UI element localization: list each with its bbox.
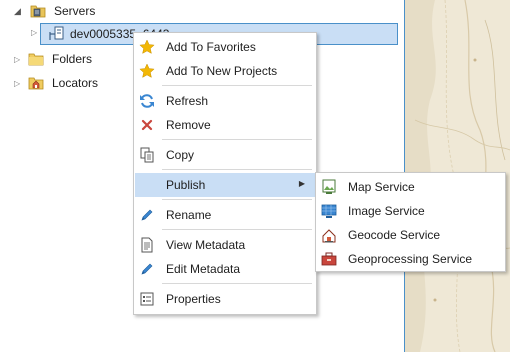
publish-submenu: Map Service Image Service Geocode Servic… — [315, 172, 506, 272]
menu-separator — [162, 139, 312, 140]
expand-chevron-icon[interactable]: ◢ — [14, 6, 24, 16]
tree-item-servers[interactable]: ◢ Servers — [14, 0, 95, 22]
star-icon — [139, 63, 155, 79]
remove-x-icon — [139, 117, 155, 133]
menu-label: Publish — [166, 178, 206, 192]
tree-item-locators[interactable]: ▷ Locators — [14, 72, 98, 94]
geocode-service-icon — [321, 227, 337, 243]
submenu-item-map-service[interactable]: Map Service — [317, 175, 504, 199]
menu-label: View Metadata — [166, 238, 246, 252]
menu-item-properties[interactable]: Properties — [135, 287, 315, 311]
expand-arrow-icon[interactable]: ▷ — [14, 79, 24, 88]
menu-item-remove[interactable]: Remove — [135, 113, 315, 137]
menu-item-rename[interactable]: Rename — [135, 203, 315, 227]
menu-label: Rename — [166, 208, 212, 222]
menu-separator — [162, 85, 312, 86]
pencil-icon — [139, 207, 155, 223]
menu-label: Add To New Projects — [166, 64, 278, 78]
tree-item-folders[interactable]: ▷ Folders — [14, 48, 92, 70]
tree-label-folders: Folders — [52, 52, 93, 66]
menu-label: Edit Metadata — [166, 262, 241, 276]
menu-label: Remove — [166, 118, 211, 132]
menu-label: Image Service — [348, 204, 425, 218]
expand-arrow-icon[interactable]: ▷ — [31, 28, 37, 37]
menu-item-refresh[interactable]: Refresh — [135, 89, 315, 113]
menu-label: Copy — [166, 148, 195, 162]
menu-item-copy[interactable]: Copy — [135, 143, 315, 167]
locators-folder-icon — [28, 75, 44, 91]
tree-label-servers: Servers — [54, 4, 96, 18]
menu-item-edit-metadata[interactable]: Edit Metadata — [135, 257, 315, 281]
menu-item-add-to-new-projects[interactable]: Add To New Projects — [135, 59, 315, 83]
menu-label: Geoprocessing Service — [348, 252, 473, 266]
submenu-item-geocode-service[interactable]: Geocode Service — [317, 223, 504, 247]
menu-separator — [162, 169, 312, 170]
server-connection-icon — [49, 26, 65, 42]
star-icon — [139, 39, 155, 55]
menu-label: Geocode Service — [348, 228, 441, 242]
geoprocessing-service-icon — [321, 251, 337, 267]
menu-separator — [162, 229, 312, 230]
menu-item-view-metadata[interactable]: View Metadata — [135, 233, 315, 257]
image-service-icon — [321, 203, 337, 219]
menu-separator — [162, 283, 312, 284]
menu-label: Map Service — [348, 180, 415, 194]
expand-arrow-icon[interactable]: ▷ — [14, 55, 24, 64]
menu-separator — [162, 199, 312, 200]
servers-folder-icon — [30, 3, 46, 19]
tree-label-locators: Locators — [52, 76, 99, 90]
submenu-item-image-service[interactable]: Image Service — [317, 199, 504, 223]
context-menu: Add To Favorites Add To New Projects Ref… — [133, 32, 317, 315]
pencil-icon — [139, 261, 155, 277]
folder-icon — [28, 51, 44, 67]
menu-label: Add To Favorites — [166, 40, 256, 54]
refresh-icon — [139, 93, 155, 109]
menu-label: Properties — [166, 292, 221, 306]
properties-icon — [139, 291, 155, 307]
map-service-icon — [321, 179, 337, 195]
menu-item-add-to-favorites[interactable]: Add To Favorites — [135, 35, 315, 59]
document-icon — [139, 237, 155, 253]
menu-item-publish[interactable]: Publish ▶ — [135, 173, 315, 197]
submenu-item-geoprocessing-service[interactable]: Geoprocessing Service — [317, 247, 504, 271]
copy-icon — [139, 147, 155, 163]
submenu-arrow-icon: ▶ — [298, 179, 305, 188]
menu-label: Refresh — [166, 94, 209, 108]
